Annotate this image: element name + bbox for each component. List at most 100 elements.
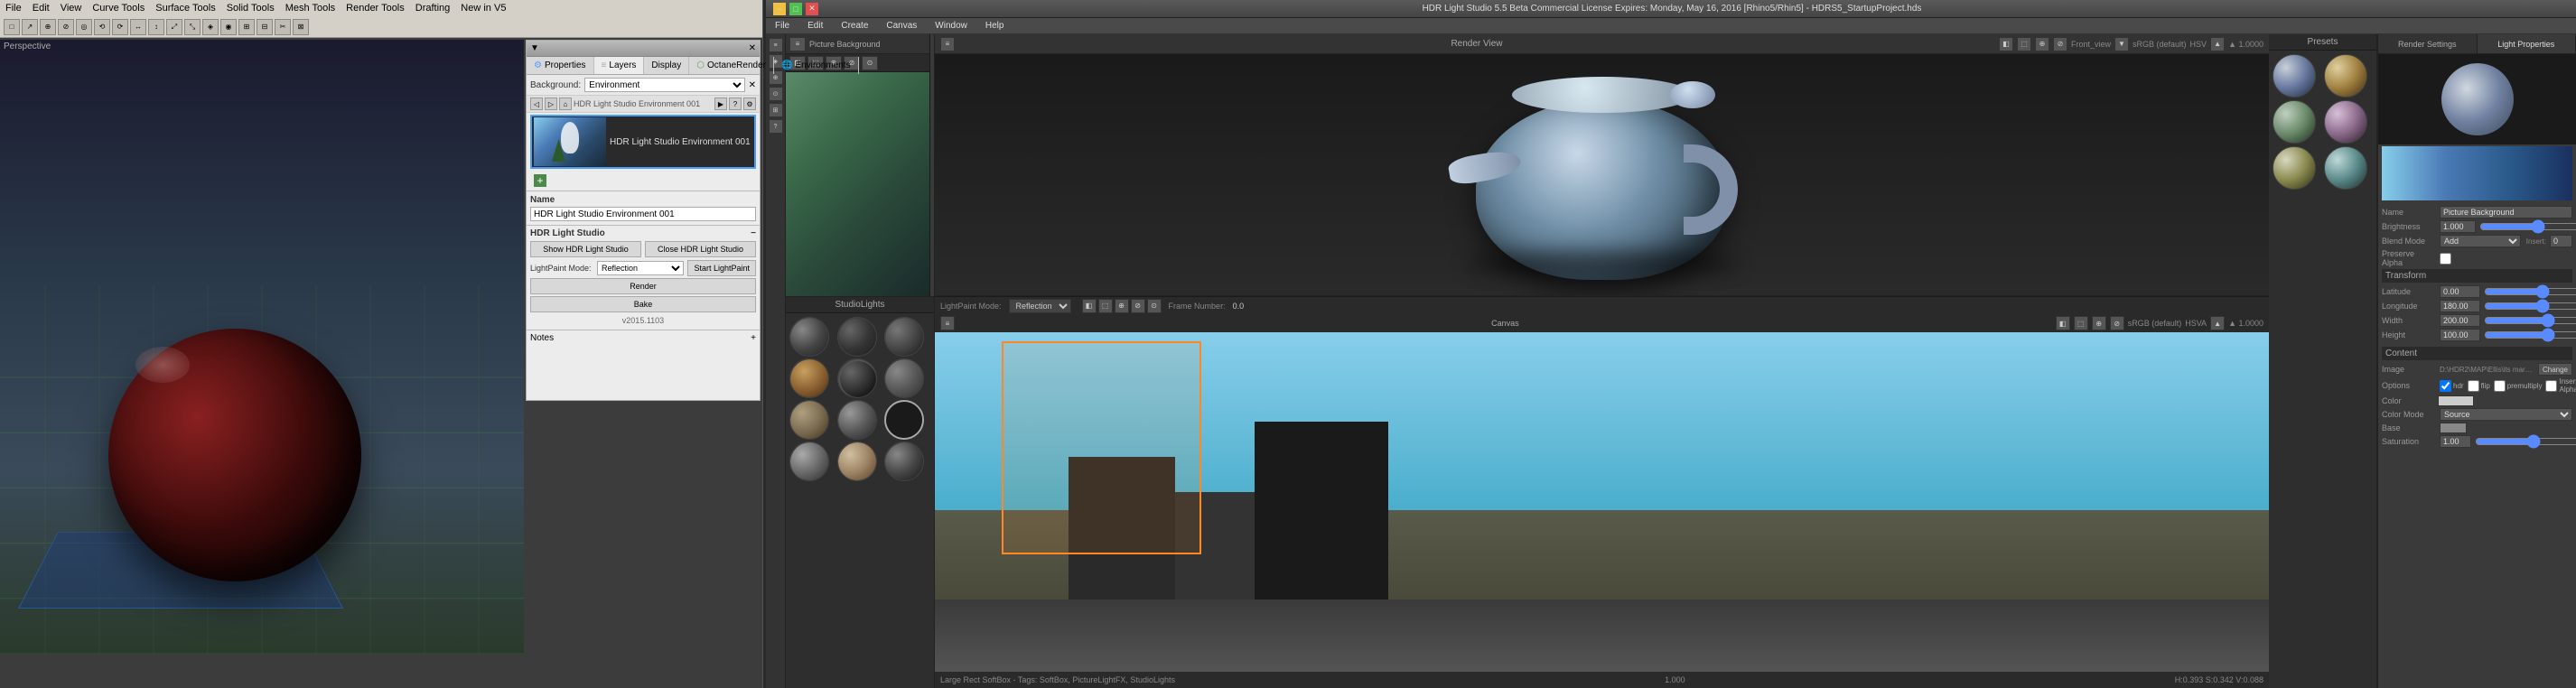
studio-light-6[interactable] [884,358,924,398]
toolbar-btn-1[interactable]: □ [4,19,20,35]
rv-btn-1[interactable]: ◧ [1999,37,2013,51]
studio-light-10[interactable] [789,442,829,481]
prop-insertalpha-check[interactable] [2545,380,2557,392]
canvas-btn-2[interactable]: ⬚ [2074,316,2088,330]
toolbar-btn-17[interactable]: ⊠ [293,19,309,35]
menu-surface-tools[interactable]: Surface Tools [155,3,215,14]
hdr-menu-help[interactable]: Help [982,21,1008,31]
name-input[interactable] [530,207,756,221]
nav-forward-btn[interactable]: ▷ [545,98,557,110]
preset-6[interactable] [2324,146,2367,190]
canvas-btn-1[interactable]: ◧ [2056,316,2070,330]
prop-width-slider[interactable] [2484,315,2576,326]
toolbar-btn-9[interactable]: ↕ [148,19,164,35]
hdr-collapse-btn[interactable]: − [751,228,756,238]
preset-2[interactable] [2324,54,2367,98]
hdr-panel-close[interactable]: ✕ [749,43,756,53]
toolbar-btn-3[interactable]: ⊕ [40,19,56,35]
prop-preserve-checkbox[interactable] [2440,253,2451,265]
canvas-exposure-btn[interactable]: ▲ [2210,316,2225,330]
toolbar-btn-2[interactable]: ↗ [22,19,38,35]
pb-tool-5[interactable]: ⊙ [862,56,878,70]
prop-change-btn[interactable]: Change [2538,363,2572,376]
nav-back-btn[interactable]: ◁ [530,98,543,110]
studio-light-1[interactable] [789,317,829,357]
color-swatch[interactable] [2438,395,2474,406]
nav-home-btn[interactable]: ⌂ [559,98,572,110]
tab-light-properties[interactable]: Light Properties [2478,34,2576,53]
hdr-menu-file[interactable]: File [771,21,793,31]
prop-name-input[interactable] [2440,206,2572,218]
transform-section-title[interactable]: Transform [2382,269,2572,283]
menu-edit[interactable]: Edit [33,3,50,14]
canvas-tool-3[interactable]: ⊕ [1115,299,1129,313]
toolbar-btn-6[interactable]: ⟲ [94,19,110,35]
nav-settings-btn[interactable]: ⚙ [743,98,756,110]
studio-light-2[interactable] [837,317,877,357]
canvas-tool-4[interactable]: ⊘ [1131,299,1145,313]
toolbar-btn-14[interactable]: ⊞ [238,19,255,35]
tab-render-settings[interactable]: Render Settings [2378,34,2478,53]
prop-latitude-slider[interactable] [2484,286,2576,297]
menu-drafting[interactable]: Drafting [415,3,451,14]
toolbar-btn-12[interactable]: ◈ [202,19,219,35]
rv-menu-btn[interactable]: ≡ [940,37,955,51]
studio-light-4[interactable] [789,358,829,398]
bake-btn[interactable]: Bake [530,296,756,312]
prop-colormode-select[interactable]: Source [2440,408,2572,421]
close-hdr-btn[interactable]: Close HDR Light Studio [645,241,756,257]
prop-hdr-check[interactable] [2440,380,2451,392]
preset-5[interactable] [2273,146,2316,190]
window-maximize-btn[interactable]: □ [789,3,802,15]
show-hdr-btn[interactable]: Show HDR Light Studio [530,241,641,257]
prop-longitude-input[interactable] [2440,300,2480,312]
background-select[interactable]: Environment [584,78,744,92]
lp-mode-select[interactable]: Reflection [597,261,684,275]
toolbar-btn-8[interactable]: ↔ [130,19,146,35]
side-btn-5[interactable]: ⊞ [769,103,783,117]
tab-layers[interactable]: ≡ Layers [594,57,645,74]
menu-file[interactable]: File [5,3,22,14]
canvas-tool-2[interactable]: ⬚ [1098,299,1113,313]
prop-saturation-slider[interactable] [2475,436,2576,447]
menu-curve-tools[interactable]: Curve Tools [92,3,145,14]
preset-3[interactable] [2273,100,2316,144]
toolbar-btn-4[interactable]: ⊘ [58,19,74,35]
toolbar-btn-11[interactable]: ⤡ [184,19,201,35]
rv-btn-4[interactable]: ⊘ [2053,37,2067,51]
toolbar-btn-13[interactable]: ◉ [220,19,237,35]
canvas-tool-5[interactable]: ⊙ [1147,299,1162,313]
canvas-menu-btn[interactable]: ≡ [940,316,955,330]
rv-btn-5[interactable]: ▼ [2114,37,2129,51]
prop-premultiply-check[interactable] [2494,380,2506,392]
lp-bar-select[interactable]: Reflection [1009,299,1071,313]
prop-insert-input[interactable] [2550,235,2572,247]
rv-btn-6[interactable]: ▲ [2210,37,2225,51]
content-section-title[interactable]: Content [2382,347,2572,360]
canvas-btn-4[interactable]: ⊘ [2110,316,2124,330]
hdr-env-item[interactable]: HDR Light Studio Environment 001 [530,115,756,169]
studio-light-7[interactable] [789,400,829,440]
start-lightpaint-btn[interactable]: Start LightPaint [687,260,756,276]
prop-height-input[interactable] [2440,329,2480,341]
studio-light-5[interactable] [837,358,877,398]
prop-blend-select[interactable]: Add [2440,235,2521,247]
studio-light-12[interactable] [884,442,924,481]
menu-render-tools[interactable]: Render Tools [346,3,405,14]
menu-new-v5[interactable]: New in V5 [461,3,506,14]
menu-solid-tools[interactable]: Solid Tools [227,3,275,14]
render-btn[interactable]: Render [530,278,756,294]
window-close-btn[interactable]: ✕ [806,3,818,15]
rv-btn-3[interactable]: ⊕ [2035,37,2049,51]
nav-help-btn[interactable]: ? [729,98,742,110]
window-minimize-btn[interactable]: − [773,3,786,15]
hdr-menu-edit[interactable]: Edit [804,21,826,31]
toolbar-btn-5[interactable]: ◎ [76,19,92,35]
hdr-menu-create[interactable]: Create [837,21,872,31]
hdr-menu-window[interactable]: Window [931,21,971,31]
prop-flip-check[interactable] [2468,380,2479,392]
tab-environments[interactable]: 🌐 Environments [774,57,859,74]
side-btn-4[interactable]: ⊙ [769,87,783,101]
canvas-btn-3[interactable]: ⊕ [2092,316,2106,330]
studio-light-11[interactable] [837,442,877,481]
